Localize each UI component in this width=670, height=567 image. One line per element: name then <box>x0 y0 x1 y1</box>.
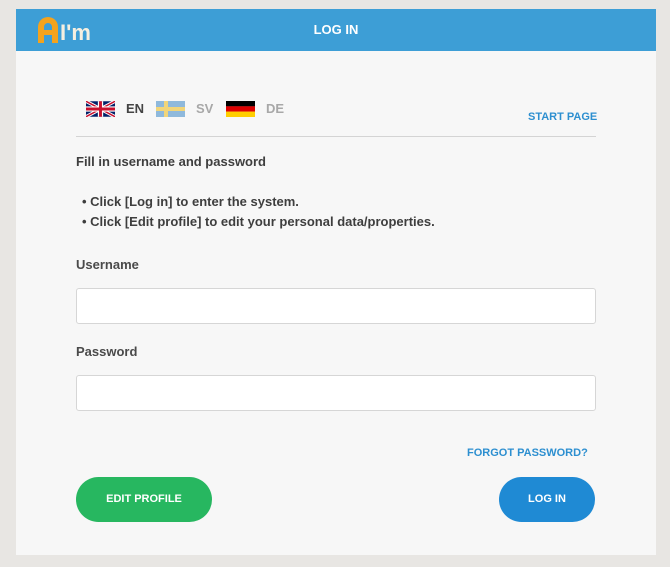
start-page-link[interactable]: START PAGE <box>528 111 597 123</box>
login-card: I'm LOG IN EN SV DE START PAGE Fill in u… <box>16 9 656 555</box>
divider <box>76 136 596 137</box>
edit-profile-button[interactable]: EDIT PROFILE <box>76 477 212 522</box>
language-code-de: DE <box>266 101 285 116</box>
username-label: Username <box>76 257 139 272</box>
instruction-login: • Click [Log in] to enter the system. <box>82 194 299 209</box>
forgot-password-link[interactable]: FORGOT PASSWORD? <box>467 447 588 459</box>
password-label: Password <box>76 344 138 359</box>
username-input[interactable] <box>76 288 596 324</box>
password-input[interactable] <box>76 375 596 411</box>
intro-text: Fill in username and password <box>76 154 266 169</box>
header-bar: I'm LOG IN <box>16 9 656 51</box>
language-code-en: EN <box>126 101 145 116</box>
instructions-list: • Click [Log in] to enter the system. • … <box>82 194 435 234</box>
uk-flag-icon <box>86 101 115 117</box>
germany-flag-icon <box>226 101 255 117</box>
instruction-edit-profile: • Click [Edit profile] to edit your pers… <box>82 214 435 229</box>
sweden-flag-icon <box>156 101 185 117</box>
log-in-button[interactable]: LOG IN <box>499 477 595 522</box>
language-code-sv: SV <box>196 101 214 116</box>
page-title: LOG IN <box>313 22 359 37</box>
